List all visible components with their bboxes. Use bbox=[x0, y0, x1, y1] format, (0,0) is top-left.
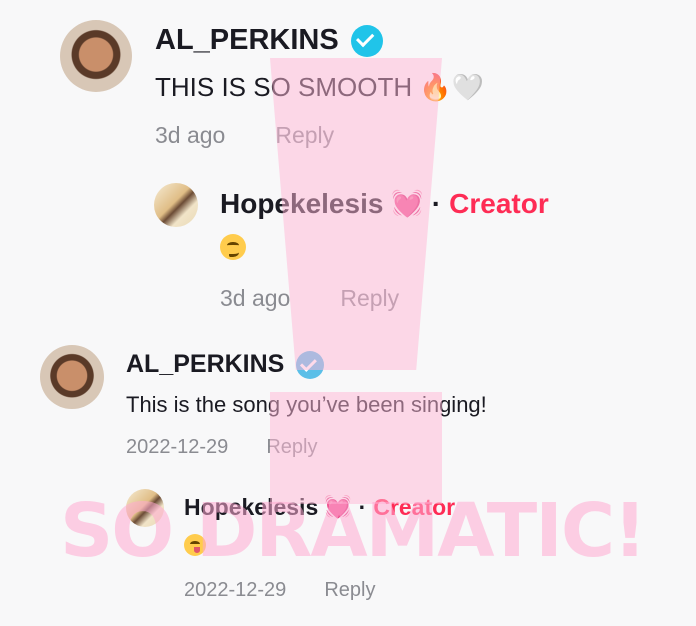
avatar[interactable] bbox=[40, 345, 104, 409]
creator-username-text[interactable]: Hopekelesis bbox=[220, 188, 383, 220]
username[interactable]: AL_PERKINS bbox=[126, 350, 325, 379]
timestamp: 3d ago bbox=[220, 285, 291, 311]
creator-avatar[interactable] bbox=[126, 489, 164, 527]
timestamp: 3d ago bbox=[155, 122, 226, 148]
creator-badge: Creator bbox=[373, 494, 456, 520]
yum-face-emoji bbox=[184, 534, 206, 556]
fire-heart-emoji: 🔥🤍 bbox=[419, 73, 485, 103]
creator-username[interactable]: Hopekelesis 💓 · Creator bbox=[184, 494, 455, 521]
reply-button[interactable]: Reply bbox=[340, 285, 399, 312]
heart-icon: 💓 bbox=[391, 189, 424, 219]
separator-dot: · bbox=[358, 494, 367, 520]
verified-icon bbox=[296, 350, 325, 379]
reply-button[interactable]: Reply bbox=[266, 436, 317, 459]
separator-dot: · bbox=[431, 188, 442, 219]
heart-icon: 💓 bbox=[324, 495, 352, 520]
verified-icon bbox=[350, 24, 383, 57]
smirking-face-emoji bbox=[220, 234, 246, 260]
timestamp: 2022-12-29 bbox=[184, 579, 287, 601]
creator-badge: Creator bbox=[449, 188, 549, 219]
username[interactable]: AL_PERKINS bbox=[155, 24, 383, 57]
reply-meta: 2022-12-29 Reply bbox=[184, 579, 375, 602]
creator-avatar[interactable] bbox=[154, 183, 198, 227]
creator-username[interactable]: Hopekelesis 💓 · Creator bbox=[220, 188, 549, 220]
reply-meta: 3d ago Reply bbox=[220, 285, 399, 312]
username-text[interactable]: AL_PERKINS bbox=[126, 350, 284, 379]
comment-text: THIS IS SO SMOOTH 🔥🤍 bbox=[155, 72, 485, 103]
reply-button[interactable]: Reply bbox=[275, 122, 334, 149]
creator-username-text[interactable]: Hopekelesis bbox=[184, 494, 318, 521]
avatar[interactable] bbox=[60, 20, 132, 92]
timestamp: 2022-12-29 bbox=[126, 436, 229, 458]
comment-text: This is the song you’ve been singing! bbox=[126, 392, 487, 417]
username-text[interactable]: AL_PERKINS bbox=[155, 24, 339, 57]
comment-meta: 3d ago Reply bbox=[155, 122, 334, 149]
comment-meta: 2022-12-29 Reply bbox=[126, 436, 317, 459]
reply-button[interactable]: Reply bbox=[324, 579, 375, 602]
